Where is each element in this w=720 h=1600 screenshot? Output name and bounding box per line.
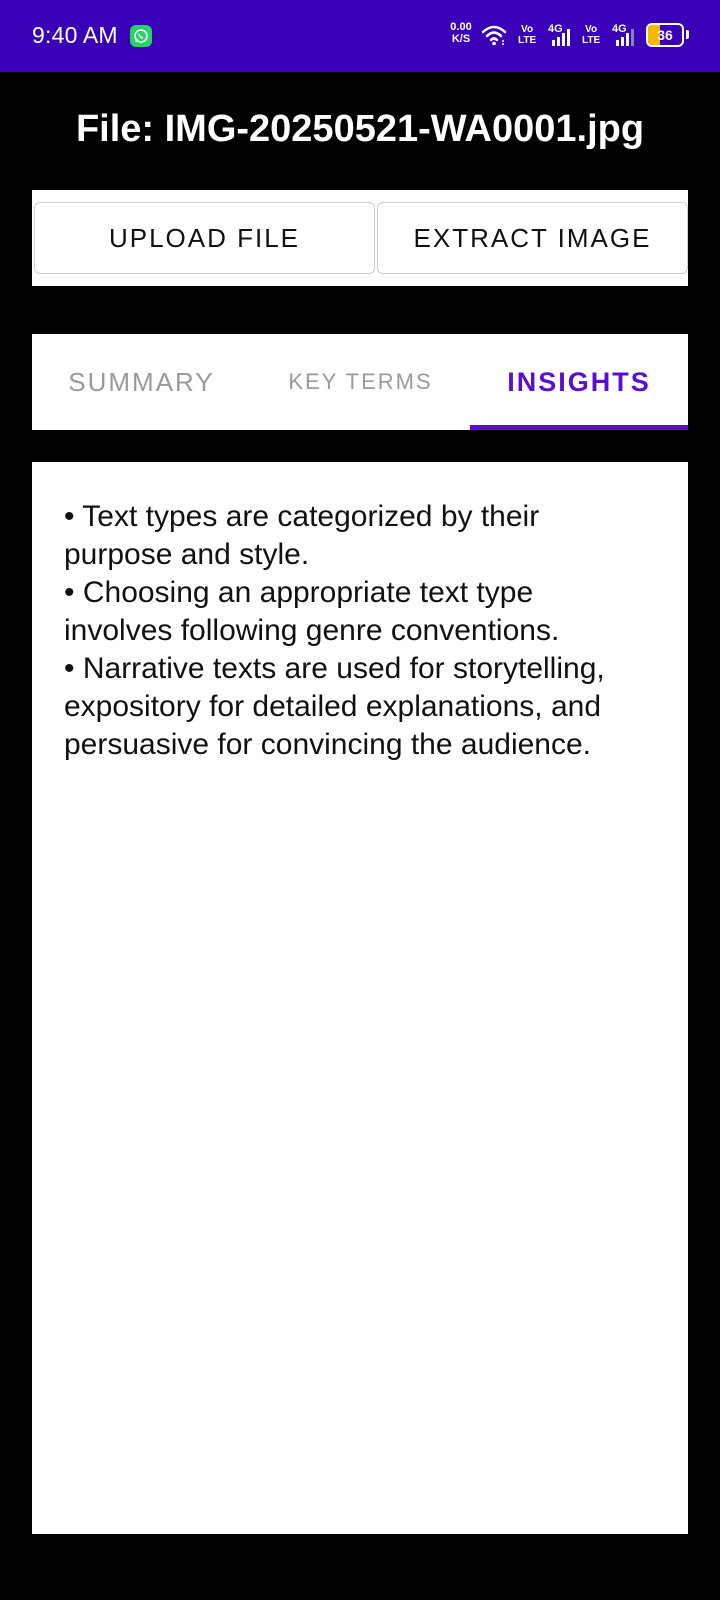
sim2-volte-top: Vo [585, 24, 598, 35]
status-time: 9:40 AM [32, 22, 118, 48]
battery-tip [686, 30, 689, 39]
battery-icon: 36 [646, 23, 684, 47]
sim1-volte-bottom: LTE [518, 35, 537, 46]
insights-panel: • Text types are categorized by their pu… [32, 462, 688, 1534]
network-speed: 0.00 K/S [446, 21, 476, 45]
insights-line: persuasive for convincing the audience. [64, 728, 591, 761]
insights-line: expository for detailed explanations, an… [64, 690, 602, 723]
network-speed-unit: K/S [451, 33, 471, 45]
sim1-volte-top: Vo [521, 24, 534, 35]
tab-key-terms[interactable]: KEY TERMS [251, 334, 470, 430]
whatsapp-icon [130, 25, 152, 47]
upload-file-button[interactable]: UPLOAD FILE [34, 202, 375, 274]
signal-icon [616, 27, 640, 52]
tab-summary[interactable]: SUMMARY [32, 334, 251, 430]
file-title: File: IMG-20250521-WA0001.jpg [75, 108, 645, 150]
wifi-icon [481, 24, 507, 51]
insights-line: • Text types are categorized by their [64, 500, 540, 533]
insights-line: purpose and style. [64, 538, 310, 571]
extract-image-button[interactable]: EXTRACT IMAGE [377, 202, 688, 274]
tab-insights[interactable]: INSIGHTS [470, 334, 688, 430]
sim1-volte-indicator: Vo LTE [518, 24, 536, 46]
battery-level-text: 36 [657, 27, 673, 43]
tab-selected-indicator [470, 425, 688, 430]
status-bar: 9:40 AM 0.00 K/S Vo LTE 4G Vo LTE 4G 36 [0, 0, 720, 72]
sim2-volte-indicator: Vo LTE [582, 24, 600, 46]
sim2-volte-bottom: LTE [582, 35, 601, 46]
tab-bar: SUMMARY KEY TERMS INSIGHTS [32, 334, 688, 430]
signal-icon [552, 27, 576, 52]
insights-line: involves following genre conventions. [64, 614, 560, 647]
action-bar: UPLOAD FILE EXTRACT IMAGE [32, 190, 688, 286]
insights-line: • Choosing an appropriate text type [64, 576, 534, 609]
network-speed-value: 0.00 [450, 21, 472, 33]
insights-line: • Narrative texts are used for storytell… [64, 652, 605, 685]
insights-text: • Text types are categorized by their pu… [64, 498, 674, 764]
